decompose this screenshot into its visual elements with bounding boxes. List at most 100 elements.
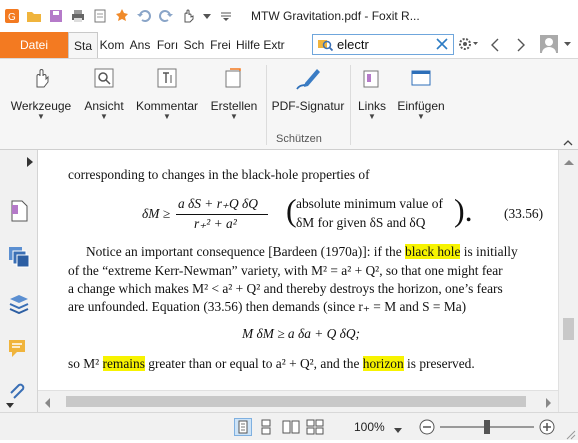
ribbon-separator xyxy=(266,65,267,145)
settings-gear-icon[interactable] xyxy=(457,36,479,55)
svg-text:G: G xyxy=(8,12,16,23)
magnifier-icon xyxy=(80,61,128,95)
user-avatar-icon[interactable] xyxy=(540,35,574,56)
facing-pages-icon[interactable] xyxy=(282,419,300,438)
title-bar: G MTW Gravitation.pdf - Foxit R... xyxy=(0,0,578,32)
insert-window-icon xyxy=(392,61,450,95)
layers-icon[interactable] xyxy=(6,290,32,316)
search-highlight[interactable]: black hole xyxy=(405,244,461,259)
zoom-slider-thumb[interactable] xyxy=(484,420,490,434)
print-icon[interactable] xyxy=(70,8,86,24)
link-doc-icon xyxy=(352,61,392,95)
ansicht-button[interactable]: Ansicht ▼ xyxy=(80,61,128,121)
doc-line: of the “extreme Kerr-Newman” variety, wi… xyxy=(68,263,503,278)
horizontal-scrollbar[interactable] xyxy=(38,390,558,412)
document-page: corresponding to changes in the black-ho… xyxy=(38,150,558,390)
tab-datei[interactable]: Datei xyxy=(0,32,68,58)
werkzeuge-button[interactable]: Werkzeuge ▼ xyxy=(6,61,76,121)
doc-text: Notice an important consequence [Bardeen… xyxy=(86,244,406,259)
tab-start[interactable]: Sta xyxy=(68,32,98,58)
scroll-right-icon[interactable] xyxy=(546,397,552,411)
open-folder-icon[interactable] xyxy=(26,8,42,24)
nav-back-icon[interactable] xyxy=(490,38,500,55)
hand-tool-icon[interactable] xyxy=(180,8,196,24)
right-paren: ). xyxy=(454,192,473,228)
doc-text: greater than or equal to a² + Q², and th… xyxy=(144,356,363,371)
scroll-thumb[interactable] xyxy=(563,318,574,340)
equation-2: M δM ≥ a δa + Q δQ; xyxy=(242,326,360,341)
ribbon: Werkzeuge ▼ Ansicht ▼ Kommentar ▼ Erstel… xyxy=(0,58,578,150)
continuous-page-icon[interactable] xyxy=(258,419,274,438)
search-input[interactable]: electr xyxy=(337,37,369,52)
foxit-logo-icon: G xyxy=(4,8,20,24)
redo-icon[interactable] xyxy=(158,8,174,24)
zoom-dropdown-icon[interactable] xyxy=(394,423,402,437)
search-highlight[interactable]: remains xyxy=(102,356,145,371)
hand-icon xyxy=(6,61,76,95)
tab-freigeben[interactable]: Frei xyxy=(207,32,234,58)
erstellen-label: Erstellen xyxy=(210,99,258,113)
vertical-scrollbar[interactable] xyxy=(558,150,578,412)
doc-line: are unfounded. Equation (33.56) then dem… xyxy=(68,299,467,314)
ribbon-separator xyxy=(350,65,351,145)
scroll-left-icon[interactable] xyxy=(44,397,50,411)
werkzeuge-label: Werkzeuge xyxy=(10,99,72,113)
eq-note-1: absolute minimum value of xyxy=(296,196,443,211)
resize-grip-icon[interactable] xyxy=(566,429,576,443)
kommentar-button[interactable]: Kommentar ▼ xyxy=(132,61,202,121)
undo-icon[interactable] xyxy=(136,8,152,24)
eq-number: (33.56) xyxy=(504,206,544,221)
save-icon[interactable] xyxy=(48,8,64,24)
tab-hilfe[interactable]: Hilfe xyxy=(234,32,262,58)
eq-note-2: δM for given δS and δQ xyxy=(296,215,426,230)
pdf-signatur-button[interactable]: PDF-Signatur xyxy=(268,61,348,113)
comments-icon[interactable] xyxy=(6,336,32,362)
dropdown-arrow-icon: ▼ xyxy=(230,112,238,121)
signature-pen-icon xyxy=(268,61,348,95)
links-button[interactable]: Links ▼ xyxy=(352,61,392,121)
dropdown-arrow-icon: ▼ xyxy=(37,112,45,121)
dropdown-arrow-icon: ▼ xyxy=(163,112,171,121)
zoom-level[interactable]: 100% xyxy=(354,420,385,434)
clear-search-icon[interactable] xyxy=(436,38,448,53)
expand-panel-icon[interactable] xyxy=(26,156,34,170)
customize-icon[interactable] xyxy=(218,8,234,24)
nav-forward-icon[interactable] xyxy=(516,38,526,55)
tab-extras[interactable]: Extr xyxy=(262,32,286,58)
eq-lhs: δM ≥ xyxy=(142,206,171,221)
tab-kommentar[interactable]: Kom xyxy=(98,32,126,58)
status-bar: 100% xyxy=(0,412,578,440)
doc-text: is initially xyxy=(460,244,518,259)
tab-formular[interactable]: Forı xyxy=(154,32,181,58)
single-page-icon[interactable] xyxy=(234,418,252,436)
ansicht-label: Ansicht xyxy=(84,99,124,113)
scroll-thumb[interactable] xyxy=(66,396,526,407)
panel-menu-arrow-icon[interactable] xyxy=(6,398,14,412)
kommentar-label: Kommentar xyxy=(135,99,199,113)
pages-icon[interactable] xyxy=(6,198,32,224)
dropdown-arrow-icon: ▼ xyxy=(417,112,425,121)
scroll-up-icon[interactable] xyxy=(564,154,574,168)
search-highlight[interactable]: horizon xyxy=(362,356,404,371)
pdf-signatur-label: PDF-Signatur xyxy=(271,99,345,113)
new-doc-icon[interactable] xyxy=(92,8,108,24)
search-box[interactable]: electr xyxy=(312,34,454,55)
tab-ansicht[interactable]: Ans xyxy=(126,32,154,58)
window-title: MTW Gravitation.pdf - Foxit R... xyxy=(251,9,420,23)
hand-star-icon[interactable] xyxy=(114,8,130,24)
erstellen-button[interactable]: Erstellen ▼ xyxy=(205,61,263,121)
collapse-ribbon-icon[interactable] xyxy=(563,135,573,149)
continuous-facing-icon[interactable] xyxy=(306,419,324,438)
doc-line: so M² remains greater than or equal to a… xyxy=(68,356,475,372)
doc-line: a change which makes M² < a² + Q² and th… xyxy=(68,281,503,296)
doc-line: Notice an important consequence [Bardeen… xyxy=(86,244,518,260)
layers-blue-icon[interactable] xyxy=(6,244,32,270)
zoom-out-icon[interactable] xyxy=(418,418,436,439)
doc-text: is preserved. xyxy=(403,356,475,371)
einfuegen-button[interactable]: Einfügen ▼ xyxy=(392,61,450,121)
zoom-in-icon[interactable] xyxy=(538,418,556,439)
tab-schuetzen[interactable]: Sch xyxy=(181,32,207,58)
dropdown-arrow-icon[interactable] xyxy=(202,8,212,24)
equation-33-56: δM ≥ a δS + r₊Q δQ r₊² + a² ( absolute m… xyxy=(138,192,558,234)
create-doc-icon xyxy=(205,61,263,95)
